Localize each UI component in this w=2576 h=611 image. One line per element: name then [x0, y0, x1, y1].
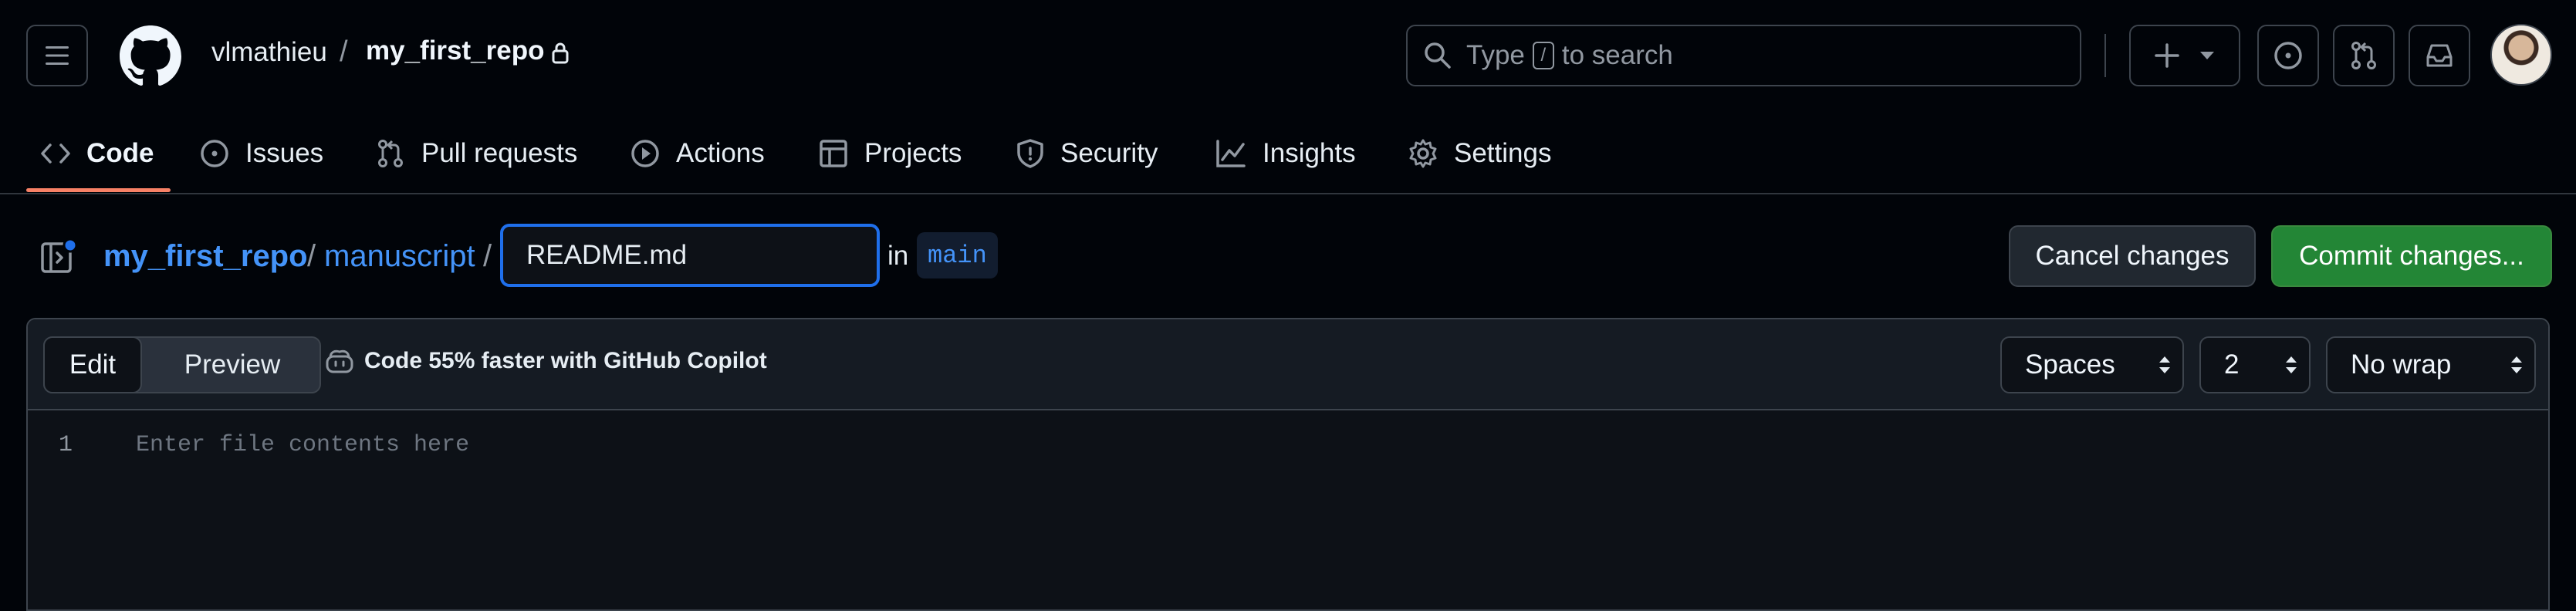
lock-icon [552, 42, 569, 64]
issue-opened-icon [201, 140, 228, 167]
tab-projects[interactable]: Projects [818, 116, 962, 191]
select-arrows-icon [2511, 356, 2522, 373]
indent-mode-select[interactable]: Spaces [2000, 336, 2184, 393]
tab-settings[interactable]: Settings [1408, 116, 1551, 191]
tab-code-label: Code [86, 138, 154, 168]
tab-settings-label: Settings [1454, 138, 1552, 168]
shield-icon [1017, 139, 1043, 168]
tab-preview[interactable]: Preview [142, 336, 323, 393]
issue-opened-icon [2274, 42, 2302, 69]
plus-icon [2155, 43, 2179, 68]
search-shortcut-key: / [1532, 42, 1554, 69]
create-new-button[interactable] [2129, 25, 2240, 86]
select-arrows-icon [2286, 356, 2297, 373]
search-input[interactable]: Type / to search [1406, 25, 2081, 86]
tab-pull-requests[interactable]: Pull requests [375, 116, 577, 191]
line-number: 1 [59, 432, 73, 458]
commit-changes-button[interactable]: Commit changes... [2271, 225, 2552, 287]
repo-name-link[interactable]: my_first_repo [366, 35, 544, 66]
wrap-mode-value: No wrap [2351, 349, 2452, 380]
github-logo-icon[interactable] [120, 25, 181, 87]
filename-input[interactable] [500, 224, 880, 287]
branch-name-badge[interactable]: main [917, 232, 998, 278]
tab-actions[interactable]: Actions [630, 116, 765, 191]
breadcrumb-repo-link[interactable]: my_first_repo [103, 239, 308, 274]
wrap-mode-select[interactable]: No wrap [2326, 336, 2536, 393]
tab-issues-label: Issues [245, 138, 324, 168]
tab-insights[interactable]: Insights [1215, 116, 1356, 191]
repo-owner-link[interactable]: vlmathieu [211, 37, 327, 68]
tab-projects-label: Projects [864, 138, 962, 168]
inbox-button[interactable] [2409, 25, 2470, 86]
play-icon [631, 140, 659, 167]
triangle-down-icon [2200, 52, 2214, 59]
breadcrumb-separator: / [483, 239, 492, 273]
owner-repo-separator: / [340, 35, 348, 68]
editor-content-area[interactable]: Enter file contents here [136, 432, 469, 458]
user-avatar[interactable] [2490, 24, 2552, 86]
cancel-changes-button[interactable]: Cancel changes [2009, 225, 2256, 287]
issues-button[interactable] [2257, 25, 2319, 86]
repo-nav: Code Issues Pull requests Actions Projec… [0, 116, 2576, 193]
tab-edit[interactable]: Edit [43, 336, 142, 393]
indent-size-value: 2 [2224, 349, 2240, 380]
copilot-promo-text: Code 55% faster with GitHub Copilot [364, 348, 767, 373]
editor-toolbar: Edit Preview Code 55% faster with GitHub… [28, 319, 2548, 410]
indent-mode-value: Spaces [2025, 349, 2115, 380]
search-icon [1425, 42, 1451, 69]
git-pull-request-icon [378, 140, 403, 167]
active-tab-underline [26, 188, 171, 192]
tab-issues[interactable]: Issues [199, 116, 323, 191]
tab-security[interactable]: Security [1016, 116, 1158, 191]
copilot-icon [326, 349, 353, 373]
hamburger-icon [46, 46, 69, 65]
tab-code[interactable]: Code [40, 116, 154, 191]
search-placeholder-prefix: Type [1466, 40, 1525, 70]
inbox-icon [2426, 44, 2453, 67]
tab-security-label: Security [1060, 138, 1158, 168]
global-header: vlmathieu / my_first_repo Type / to sear… [0, 0, 2576, 194]
indent-size-select[interactable]: 2 [2199, 336, 2311, 393]
breadcrumb-separator: / [307, 239, 316, 273]
graph-icon [1216, 140, 1246, 167]
file-tree-toggle-icon[interactable] [40, 238, 79, 276]
copilot-promo-link[interactable]: Code 55% faster with GitHub Copilot [324, 347, 767, 375]
menu-button[interactable] [26, 25, 88, 86]
gear-icon [1409, 139, 1437, 168]
header-divider [2104, 34, 2106, 77]
edit-preview-tabs: Edit Preview [43, 336, 321, 393]
table-icon [820, 140, 847, 167]
branch-in-label: in [887, 241, 909, 271]
git-pull-request-icon [2351, 42, 2376, 69]
search-placeholder-suffix: to search [1561, 40, 1673, 70]
tab-actions-label: Actions [676, 138, 765, 168]
tab-insights-label: Insights [1263, 138, 1356, 168]
select-arrows-icon [2159, 356, 2170, 373]
tab-pull-requests-label: Pull requests [421, 138, 578, 168]
code-icon [41, 143, 70, 164]
breadcrumb-folder-link[interactable]: manuscript [324, 239, 475, 274]
pull-requests-button[interactable] [2333, 25, 2395, 86]
file-editor: Edit Preview Code 55% faster with GitHub… [26, 318, 2550, 611]
